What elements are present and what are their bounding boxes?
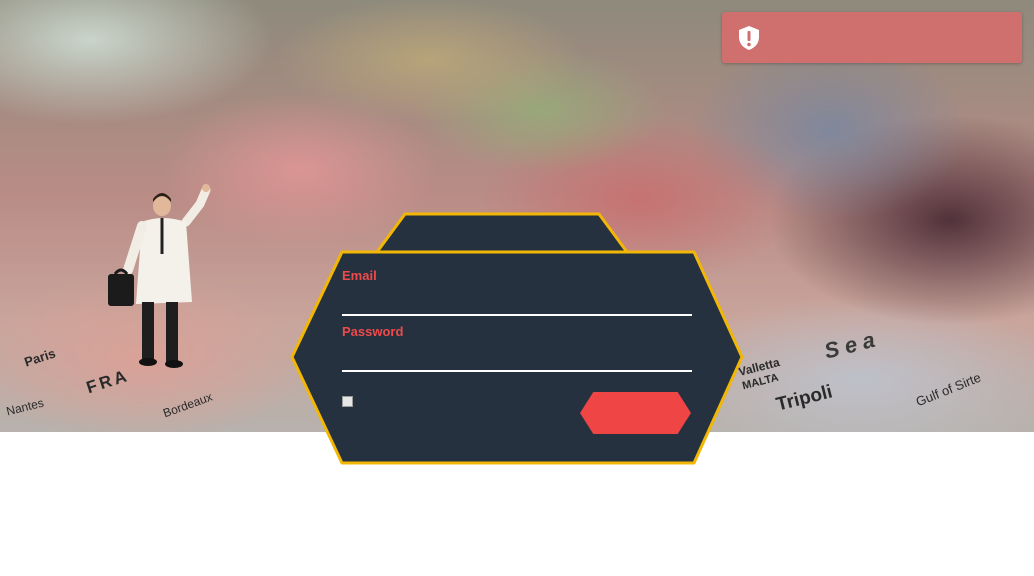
password-input[interactable]: [342, 348, 692, 372]
map-label-tripoli: Tripoli: [774, 381, 835, 416]
map-label-gulf-of-sirte: Gulf of Sirte: [913, 369, 983, 410]
email-label: Email: [342, 268, 377, 283]
shield-exclamation-icon: [739, 26, 759, 50]
error-alert: [722, 12, 1022, 63]
map-label-nantes: Nantes: [4, 395, 46, 419]
remember-me-checkbox[interactable]: [342, 396, 353, 407]
map-label-bordeaux: Bordeaux: [161, 389, 215, 421]
businessman-figurine-image: [108, 184, 211, 368]
email-input[interactable]: [342, 292, 692, 316]
login-submit-button[interactable]: [580, 392, 691, 434]
password-label: Password: [342, 324, 404, 339]
map-label-sea: Sea: [821, 325, 884, 364]
map-label-paris: Paris: [22, 345, 58, 370]
